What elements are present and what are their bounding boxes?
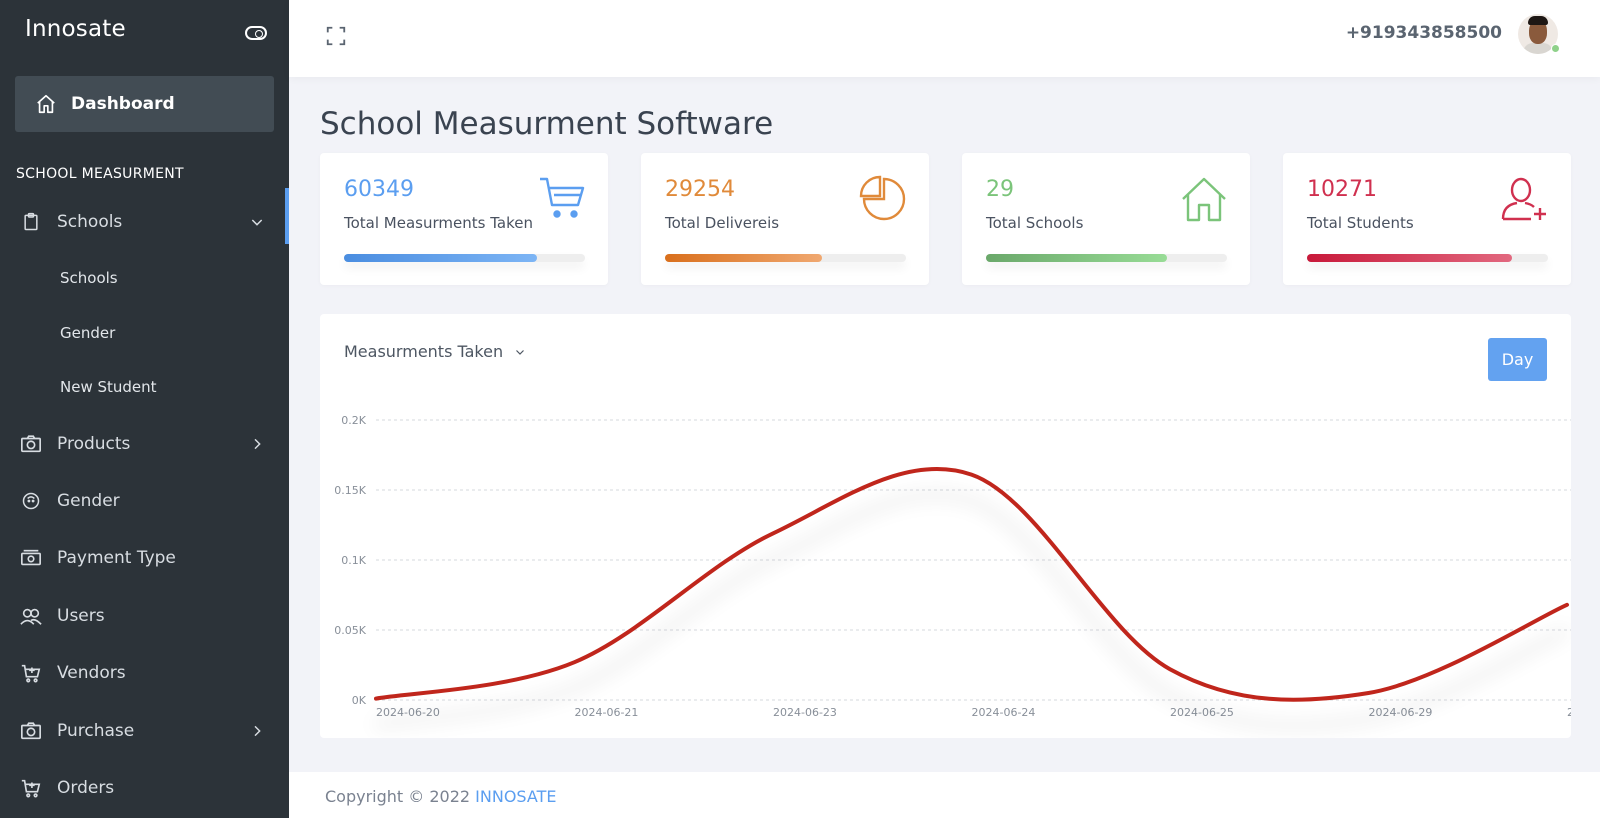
stat-value: 29 — [986, 177, 1014, 202]
home-icon — [35, 93, 57, 115]
cash-icon — [20, 547, 42, 569]
sidebar-item-label: Vendors — [57, 663, 126, 683]
pie-chart-icon — [859, 175, 907, 227]
x-tick-label: 2024-06-23 — [773, 706, 837, 719]
copyright-text: Copyright © 2022 — [325, 787, 476, 806]
stat-value: 60349 — [344, 177, 414, 202]
progress-bar — [1307, 254, 1548, 262]
sidebar-item-label: Dashboard — [71, 94, 175, 114]
sidebar-subitem-schools[interactable]: Schools — [60, 269, 118, 287]
sidebar-item-label: Schools — [57, 212, 123, 232]
sidebar-item-payment-type[interactable]: Payment Type — [0, 538, 289, 578]
cart-icon — [20, 662, 42, 684]
clipboard-icon — [20, 211, 42, 233]
data-point[interactable] — [969, 472, 975, 478]
brand-logo[interactable]: Innosate — [25, 16, 126, 42]
progress-bar — [344, 254, 585, 262]
user-plus-icon — [1501, 175, 1549, 227]
chevron-right-icon — [249, 723, 265, 744]
progress-bar — [665, 254, 906, 262]
stat-card-deliveries: 29254 Total Delivereis — [641, 153, 929, 285]
data-point[interactable] — [770, 530, 776, 536]
sidebar-item-vendors[interactable]: Vendors — [0, 653, 289, 693]
camera-icon — [20, 720, 42, 742]
y-tick-label: 0.2K — [341, 414, 366, 427]
data-point[interactable] — [1366, 690, 1372, 696]
sidebar-item-label: Payment Type — [57, 548, 176, 568]
chevron-down-icon — [249, 214, 265, 235]
progress-bar — [986, 254, 1227, 262]
y-tick-label: 0.05K — [334, 624, 366, 637]
data-point[interactable] — [1564, 602, 1570, 608]
y-tick-label: 0.1K — [341, 554, 366, 567]
day-button[interactable]: Day — [1488, 338, 1547, 381]
footer: Copyright © 2022 INNOSATE — [289, 772, 1600, 818]
sidebar-item-products[interactable]: Products — [0, 424, 289, 464]
sidebar-item-gender[interactable]: Gender — [0, 481, 289, 521]
x-tick-label: 2024-06-25 — [1170, 706, 1234, 719]
sidebar-item-purchase[interactable]: Purchase — [0, 711, 289, 751]
line-chart: 0K 0.05K 0.1K 0.15K 0.2K 2024-06-20 2024-06-21… — [334, 414, 1571, 719]
chart-title: Measurments Taken — [344, 342, 504, 361]
sidebar-item-label: Purchase — [57, 721, 135, 741]
y-tick-label: 0.15K — [334, 484, 366, 497]
footer-text: Copyright © 2022 INNOSATE — [325, 787, 556, 806]
sidebar-toggle-icon[interactable] — [245, 26, 267, 40]
fullscreen-icon[interactable] — [325, 25, 347, 51]
sidebar: Innosate Dashboard SCHOOL MEASURMENT Sch… — [0, 0, 289, 818]
chart-card: 0K 0.05K 0.1K 0.15K 0.2K 2024-06-20 2024-06-21… — [320, 314, 1571, 738]
chevron-right-icon — [249, 436, 265, 457]
data-point[interactable] — [1167, 666, 1173, 672]
sidebar-item-label: Users — [57, 606, 105, 626]
sidebar-item-label: Orders — [57, 778, 115, 798]
sidebar-item-dashboard[interactable]: Dashboard — [15, 76, 274, 132]
camera-icon — [20, 433, 42, 455]
footer-brand-link[interactable]: INNOSATE — [475, 787, 556, 806]
sidebar-subitem-new-student[interactable]: New Student — [60, 378, 157, 396]
sidebar-item-label: Products — [57, 434, 131, 454]
data-point[interactable] — [373, 696, 379, 702]
stat-label: Total Measurments Taken — [344, 214, 533, 232]
y-tick-label: 0K — [352, 694, 367, 707]
x-tick-label: 2024-06-29 — [1369, 706, 1433, 719]
face-icon — [20, 490, 42, 512]
stat-card-measurments: 60349 Total Measurments Taken — [320, 153, 608, 285]
cart-icon — [20, 777, 42, 799]
page-title: School Measurment Software — [320, 106, 774, 142]
online-status-dot — [1551, 44, 1560, 53]
x-tick-label: 2024-06-30 — [1567, 706, 1571, 719]
home-icon — [1180, 175, 1228, 227]
sidebar-item-orders[interactable]: Orders — [0, 768, 289, 808]
sidebar-subitem-gender[interactable]: Gender — [60, 324, 115, 342]
chevron-down-icon — [514, 343, 526, 362]
sidebar-item-label: Gender — [57, 491, 120, 511]
section-title: SCHOOL MEASURMENT — [16, 166, 184, 182]
user-phone[interactable]: +919343858500 — [1346, 23, 1502, 43]
sidebar-item-users[interactable]: Users — [0, 596, 289, 636]
data-point[interactable] — [572, 659, 578, 665]
stat-card-schools: 29 Total Schools — [962, 153, 1250, 285]
chart-title-dropdown[interactable]: Measurments Taken — [344, 342, 526, 362]
stat-label: Total Schools — [986, 214, 1084, 232]
series-line — [374, 466, 1569, 702]
stat-value: 29254 — [665, 177, 735, 202]
shopping-cart-icon — [538, 175, 586, 227]
stat-card-students: 10271 Total Students — [1283, 153, 1571, 285]
top-header: +919343858500 — [289, 0, 1600, 77]
stat-value: 10271 — [1307, 177, 1377, 202]
x-tick-label: 2024-06-20 — [376, 706, 440, 719]
sidebar-item-schools[interactable]: Schools — [0, 188, 289, 244]
x-tick-label: 2024-06-24 — [972, 706, 1036, 719]
stat-label: Total Students — [1307, 214, 1414, 232]
x-tick-label: 2024-06-21 — [575, 706, 639, 719]
stat-label: Total Delivereis — [665, 214, 780, 232]
users-icon — [20, 605, 42, 627]
